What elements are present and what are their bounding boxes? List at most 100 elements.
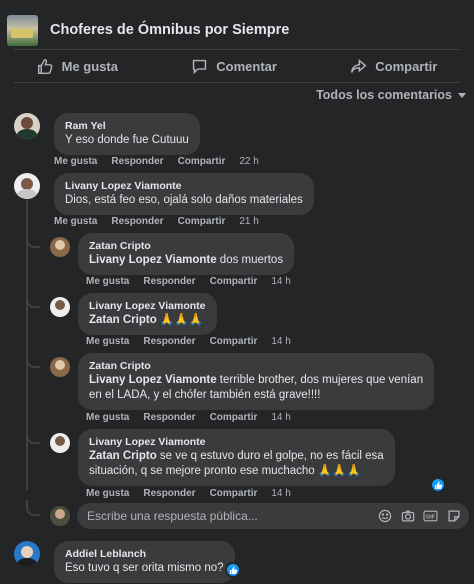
thumbs-up-icon [37, 58, 53, 74]
gif-icon[interactable]: GIF [423, 509, 438, 524]
reply-text: dos muertos [216, 254, 284, 266]
sort-label: Todos los comentarios [316, 88, 452, 102]
share-link[interactable]: Compartir [178, 216, 226, 227]
reply-author[interactable]: Livany Lopez Viamonte [89, 435, 384, 449]
like-button[interactable]: Me gusta [37, 58, 118, 75]
reply-text: 🙏🙏🙏 [156, 314, 203, 326]
sticker-icon[interactable] [446, 509, 461, 524]
timestamp[interactable]: 14 h [271, 336, 290, 347]
avatar[interactable] [50, 357, 70, 377]
mention-link[interactable]: Zatan Cripto [89, 314, 157, 326]
comment-bubble: Addiel Leblanch Eso tuvo q ser orita mis… [54, 541, 235, 583]
share-button[interactable]: Compartir [350, 58, 437, 75]
share-label: Compartir [375, 58, 438, 74]
reply-text: se ve q estuvo duro el golpe, no es fáci… [156, 450, 384, 462]
comment-bubble: Ram Yel Y eso donde fue Cutuuu [54, 113, 200, 155]
reply: Zatan Cripto Livany Lopez Viamonte dos m… [50, 233, 295, 275]
reply-meta: Me gusta Responder Compartir 14 h [86, 336, 291, 347]
reply-bubble: Livany Lopez Viamonte Zatan Cripto se ve… [78, 429, 395, 486]
share-link[interactable]: Compartir [210, 336, 258, 347]
avatar[interactable] [14, 113, 40, 139]
comment-author[interactable]: Livany Lopez Viamonte [65, 179, 303, 193]
caret-down-icon [458, 92, 466, 98]
reply: Zatan Cripto Livany Lopez Viamonte terri… [50, 353, 435, 410]
reply-bubble: Livany Lopez Viamonte Zatan Cripto 🙏🙏🙏 [78, 293, 217, 335]
reply-text-continued: situación, q se mejore pronto ese muchac… [89, 465, 361, 477]
thread-connector [26, 500, 40, 516]
timestamp[interactable]: 21 h [239, 216, 258, 227]
comment: Ram Yel Y eso donde fue Cutuuu [14, 113, 200, 155]
share-link[interactable]: Compartir [210, 488, 258, 499]
share-icon [351, 58, 367, 73]
thread-connector [26, 234, 40, 248]
reply-meta: Me gusta Responder Compartir 14 h [86, 412, 291, 423]
like-link[interactable]: Me gusta [86, 412, 129, 423]
like-reaction-icon[interactable] [225, 562, 241, 578]
reply-input[interactable]: Escribe una respuesta pública... GIF [77, 503, 469, 529]
reply-meta: Me gusta Responder Compartir 14 h [86, 488, 291, 499]
thread-connector [26, 430, 40, 444]
like-link[interactable]: Me gusta [54, 216, 97, 227]
reply-text-continued: en el LADA, y el chófer también está gra… [89, 389, 321, 401]
like-link[interactable]: Me gusta [86, 488, 129, 499]
avatar[interactable] [50, 297, 70, 317]
comment-button[interactable]: Comentar [191, 58, 277, 75]
timestamp[interactable]: 14 h [271, 488, 290, 499]
comment-meta: Me gusta Responder Compartir 22 h [54, 156, 259, 167]
comment: Addiel Leblanch Eso tuvo q ser orita mis… [14, 541, 235, 583]
comment-text: Y eso donde fue Cutuuu [65, 134, 189, 146]
avatar[interactable] [14, 541, 40, 567]
like-link[interactable]: Me gusta [54, 156, 97, 167]
emoji-icon[interactable] [377, 509, 392, 524]
timestamp[interactable]: 14 h [271, 412, 290, 423]
reply-author[interactable]: Livany Lopez Viamonte [89, 299, 206, 313]
like-reaction-icon[interactable] [430, 477, 446, 493]
share-link[interactable]: Compartir [178, 156, 226, 167]
reply-link[interactable]: Responder [111, 156, 163, 167]
comment-text: Dios, está feo eso, ojalá solo daños mat… [65, 194, 303, 206]
comment-label: Comentar [216, 58, 277, 74]
group-thumbnail[interactable] [7, 14, 38, 46]
reply-meta: Me gusta Responder Compartir 14 h [86, 276, 291, 287]
reply-text: terrible brother, dos mujeres que venían [216, 374, 424, 386]
reply-link[interactable]: Responder [111, 216, 163, 227]
action-bar: Me gusta Comentar Compartir [0, 50, 474, 82]
svg-text:GIF: GIF [426, 514, 436, 520]
comment-sort-dropdown[interactable]: Todos los comentarios [316, 88, 466, 102]
avatar[interactable] [50, 433, 70, 453]
mention-link[interactable]: Zatan Cripto [89, 450, 157, 462]
mention-link[interactable]: Livany Lopez Viamonte [89, 254, 217, 266]
divider [14, 82, 460, 83]
timestamp[interactable]: 22 h [239, 156, 258, 167]
reply-author[interactable]: Zatan Cripto [89, 239, 283, 253]
comment-meta: Me gusta Responder Compartir 21 h [54, 216, 259, 227]
timestamp[interactable]: 14 h [271, 276, 290, 287]
reply: Livany Lopez Viamonte Zatan Cripto se ve… [50, 429, 395, 486]
like-label: Me gusta [61, 58, 118, 74]
reply-bubble: Zatan Cripto Livany Lopez Viamonte terri… [78, 353, 435, 410]
reply: Livany Lopez Viamonte Zatan Cripto 🙏🙏🙏 [50, 293, 217, 335]
comment-icon [193, 59, 207, 74]
comment: Livany Lopez Viamonte Dios, está feo eso… [14, 173, 314, 215]
share-link[interactable]: Compartir [210, 276, 258, 287]
comment-author[interactable]: Ram Yel [65, 119, 189, 133]
comment-bubble: Livany Lopez Viamonte Dios, está feo eso… [54, 173, 314, 215]
reply-link[interactable]: Responder [143, 488, 195, 499]
reply-link[interactable]: Responder [143, 336, 195, 347]
comment-author[interactable]: Addiel Leblanch [65, 547, 224, 561]
avatar[interactable] [14, 173, 40, 199]
current-user-avatar[interactable] [50, 506, 70, 526]
mention-link[interactable]: Livany Lopez Viamonte [89, 374, 217, 386]
like-link[interactable]: Me gusta [86, 276, 129, 287]
avatar[interactable] [50, 237, 70, 257]
thread-connector [26, 354, 40, 368]
like-link[interactable]: Me gusta [86, 336, 129, 347]
group-name[interactable]: Choferes de Ómnibus por Siempre [50, 22, 289, 38]
comment-text: Eso tuvo q ser orita mismo no? [65, 562, 224, 574]
share-link[interactable]: Compartir [210, 412, 258, 423]
reply-link[interactable]: Responder [143, 412, 195, 423]
reply-author[interactable]: Zatan Cripto [89, 359, 423, 373]
camera-icon[interactable] [400, 509, 415, 524]
reply-link[interactable]: Responder [143, 276, 195, 287]
thread-connector [26, 294, 40, 308]
